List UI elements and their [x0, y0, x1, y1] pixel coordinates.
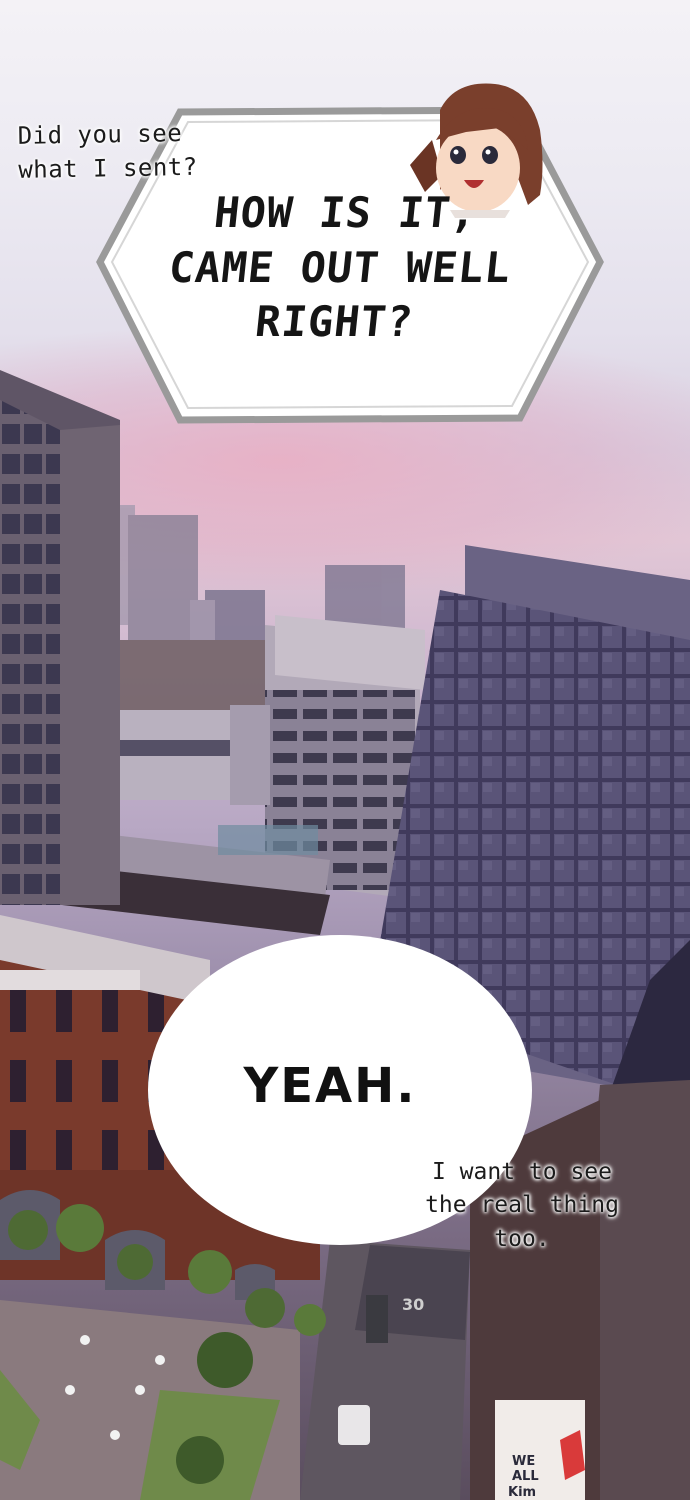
- caption-top-line-2: what I sent?: [18, 152, 198, 184]
- caption-bottom-line-2: the real thing: [425, 1192, 619, 1219]
- road-number: 30: [402, 1295, 424, 1314]
- billboard-text-we: WE: [512, 1454, 535, 1469]
- caption-want-to-see: I want to see the real thing too.: [412, 1156, 632, 1256]
- billboard-text-all: ALL: [512, 1469, 539, 1484]
- hex-line-3: RIGHT?: [252, 297, 416, 347]
- oval-dialogue: YEAH.: [243, 1058, 417, 1114]
- hex-line-1: HOW IS IT,: [211, 188, 480, 237]
- caption-bottom-line-1: I want to see: [431, 1159, 612, 1185]
- billboard-text-kim: Kim: [508, 1485, 536, 1500]
- left-tall-building: [0, 370, 120, 905]
- manga-panel: WE ALL Kim 30 Did you see what I sent? H…: [0, 0, 690, 1500]
- hex-line-2: CAME OUT WELL: [166, 242, 514, 292]
- street: 30: [300, 1240, 470, 1500]
- caption-did-you-see: Did you see what I sent?: [17, 116, 238, 187]
- caption-top-line-1: Did you see: [17, 119, 183, 150]
- caption-bottom-line-3: too.: [494, 1225, 550, 1252]
- hex-dialogue: HOW IS IT, CAME OUT WELL RIGHT?: [141, 186, 538, 350]
